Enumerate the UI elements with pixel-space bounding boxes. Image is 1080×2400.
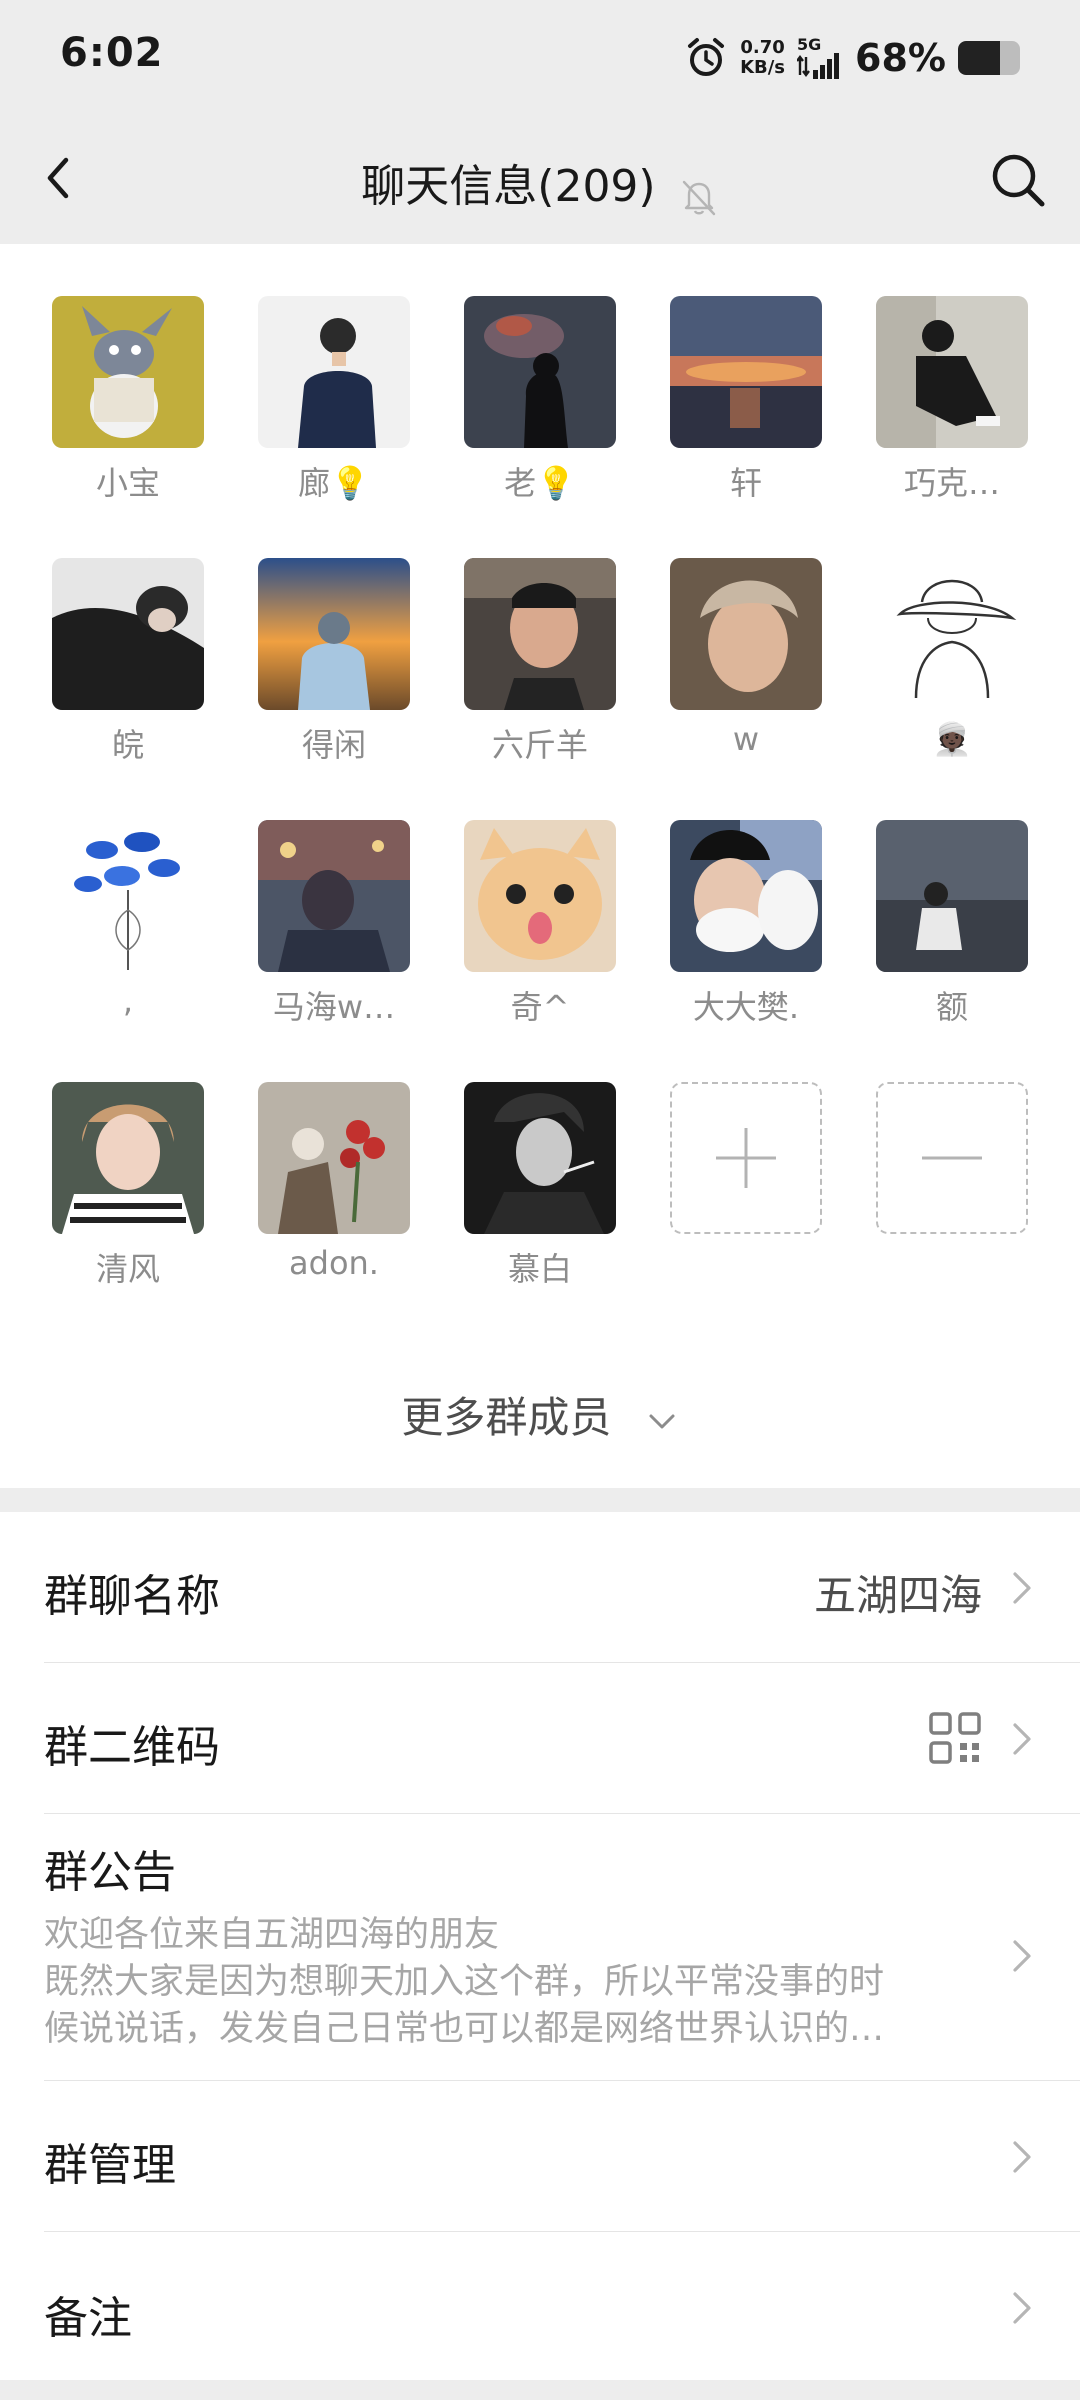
member-item[interactable]: 皖 [52,558,204,798]
avatar[interactable] [258,558,410,710]
member-item[interactable]: 马海w… [258,820,410,1060]
member-name: , [122,982,134,1020]
status-bar: 6:02 0.70 KB/s 5G 68% [0,0,1080,118]
search-icon[interactable] [986,148,1050,212]
member-panel: 小宝 廊💡 老💡 轩 巧克… 皖 得闲 六斤羊 w 👳🏿 , 马海w… 奇^ 大… [0,244,1080,1488]
chat-info-header: 聊天信息(209) [0,118,1080,244]
member-name: 巧克… [903,464,1000,502]
member-name: 得闲 [301,726,366,764]
group-name-value: 五湖四海 [813,1571,982,1620]
member-item[interactable]: 老💡 [464,296,616,536]
plus-icon [716,1128,776,1188]
minus-icon [922,1156,982,1160]
notice-line: 既然大家是因为想聊天加入这个群，所以平常没事的时 [44,1962,885,2002]
avatar[interactable] [52,296,204,448]
notice-line: 候说说话，发发自己日常也可以都是网络世界认识的… [44,2009,885,2049]
member-item[interactable]: w [670,558,822,798]
member-name: 清风 [95,1250,160,1288]
group-manage-row[interactable]: 群管理 [0,2081,1080,2231]
avatar[interactable] [258,820,410,972]
group-settings: 群聊名称 五湖四海 群二维码 群公告 欢迎各位来自五湖四海的朋友 既然大家是因为… [0,1512,1080,2380]
group-qrcode-label: 群二维码 [44,1722,220,1773]
avatar[interactable] [464,1082,616,1234]
avatar[interactable] [464,558,616,710]
avatar[interactable] [52,1082,204,1234]
member-name: 👳🏿 [932,720,972,758]
remove-member-button[interactable] [876,1082,1028,1322]
member-name: 马海w… [272,988,396,1026]
avatar[interactable] [258,1082,410,1234]
network-type: 5G [797,35,822,54]
add-member-button[interactable] [670,1082,822,1322]
member-item[interactable]: 慕白 [464,1082,616,1322]
member-item[interactable]: 👳🏿 [876,558,1028,798]
chevron-right-icon [1013,1723,1031,1755]
member-item[interactable]: 小宝 [52,296,204,536]
page-title: 聊天信息(209) [361,161,656,212]
member-name: 老💡 [504,464,576,502]
chevron-right-icon [1013,2141,1031,2173]
avatar[interactable] [258,296,410,448]
network-speed-value: 0.70 [740,37,785,58]
avatar[interactable] [464,296,616,448]
member-name: 慕白 [507,1250,572,1288]
more-members-button[interactable]: 更多群成员 [0,1384,1080,1445]
avatar[interactable] [52,820,204,972]
member-item[interactable]: 奇^ [464,820,616,1060]
avatar[interactable] [670,820,822,972]
remark-row[interactable]: 备注 [0,2232,1080,2380]
member-item[interactable]: 六斤羊 [464,558,616,798]
member-name: 小宝 [95,464,160,502]
member-item[interactable]: 大大樊. [670,820,822,1060]
chevron-right-icon [1013,1940,1031,1972]
avatar[interactable] [670,296,822,448]
group-qrcode-row[interactable]: 群二维码 [0,1663,1080,1813]
chevron-right-icon [1013,2292,1031,2324]
avatar[interactable] [876,296,1028,448]
alarm-icon [688,38,725,76]
group-name-row[interactable]: 群聊名称 五湖四海 [0,1512,1080,1662]
chevron-right-icon [1013,1572,1031,1604]
member-name: 轩 [729,464,762,502]
bell-muted-icon [682,180,715,215]
avatar[interactable] [876,820,1028,972]
avatar[interactable] [876,558,1028,710]
member-name: 奇^ [510,988,570,1026]
member-item[interactable]: 轩 [670,296,822,536]
group-notice-label: 群公告 [44,1847,176,1898]
network-speed-unit: KB/s [740,57,786,78]
avatar[interactable] [464,820,616,972]
member-item[interactable]: adon. [258,1082,410,1322]
remark-label: 备注 [44,2293,132,2344]
battery-icon [958,41,1020,75]
group-notice-text: 欢迎各位来自五湖四海的朋友 既然大家是因为想聊天加入这个群，所以平常没事的时 候… [44,1912,964,2053]
avatar[interactable] [670,558,822,710]
member-name: 大大樊. [692,988,800,1026]
battery-percent: 68% [855,36,946,80]
member-name: 六斤羊 [491,726,588,764]
chevron-down-icon [649,1414,675,1428]
signal-icon [797,53,840,79]
network-speed: 0.70 KB/s [740,38,785,78]
member-name: 额 [935,988,968,1026]
member-item[interactable]: 额 [876,820,1028,1060]
group-manage-label: 群管理 [44,2140,176,2191]
group-name-label: 群聊名称 [44,1571,220,1622]
member-item[interactable]: 廊💡 [258,296,410,536]
member-item[interactable]: 巧克… [876,296,1028,536]
member-item[interactable]: 清风 [52,1082,204,1322]
status-time: 6:02 [60,30,164,76]
member-name: w [732,720,760,758]
member-name: 廊💡 [298,464,370,502]
more-members-label: 更多群成员 [401,1393,612,1442]
status-icons: 0.70 KB/s 5G 68% [684,30,1020,86]
member-name: adon. [289,1244,379,1282]
member-name: 皖 [111,726,144,764]
qrcode-icon [929,1712,981,1764]
notice-line: 欢迎各位来自五湖四海的朋友 [44,1915,500,1955]
member-item[interactable]: , [52,820,204,1060]
group-notice-row[interactable]: 群公告 欢迎各位来自五湖四海的朋友 既然大家是因为想聊天加入这个群，所以平常没事… [0,1814,1080,2080]
member-item[interactable]: 得闲 [258,558,410,798]
avatar[interactable] [52,558,204,710]
